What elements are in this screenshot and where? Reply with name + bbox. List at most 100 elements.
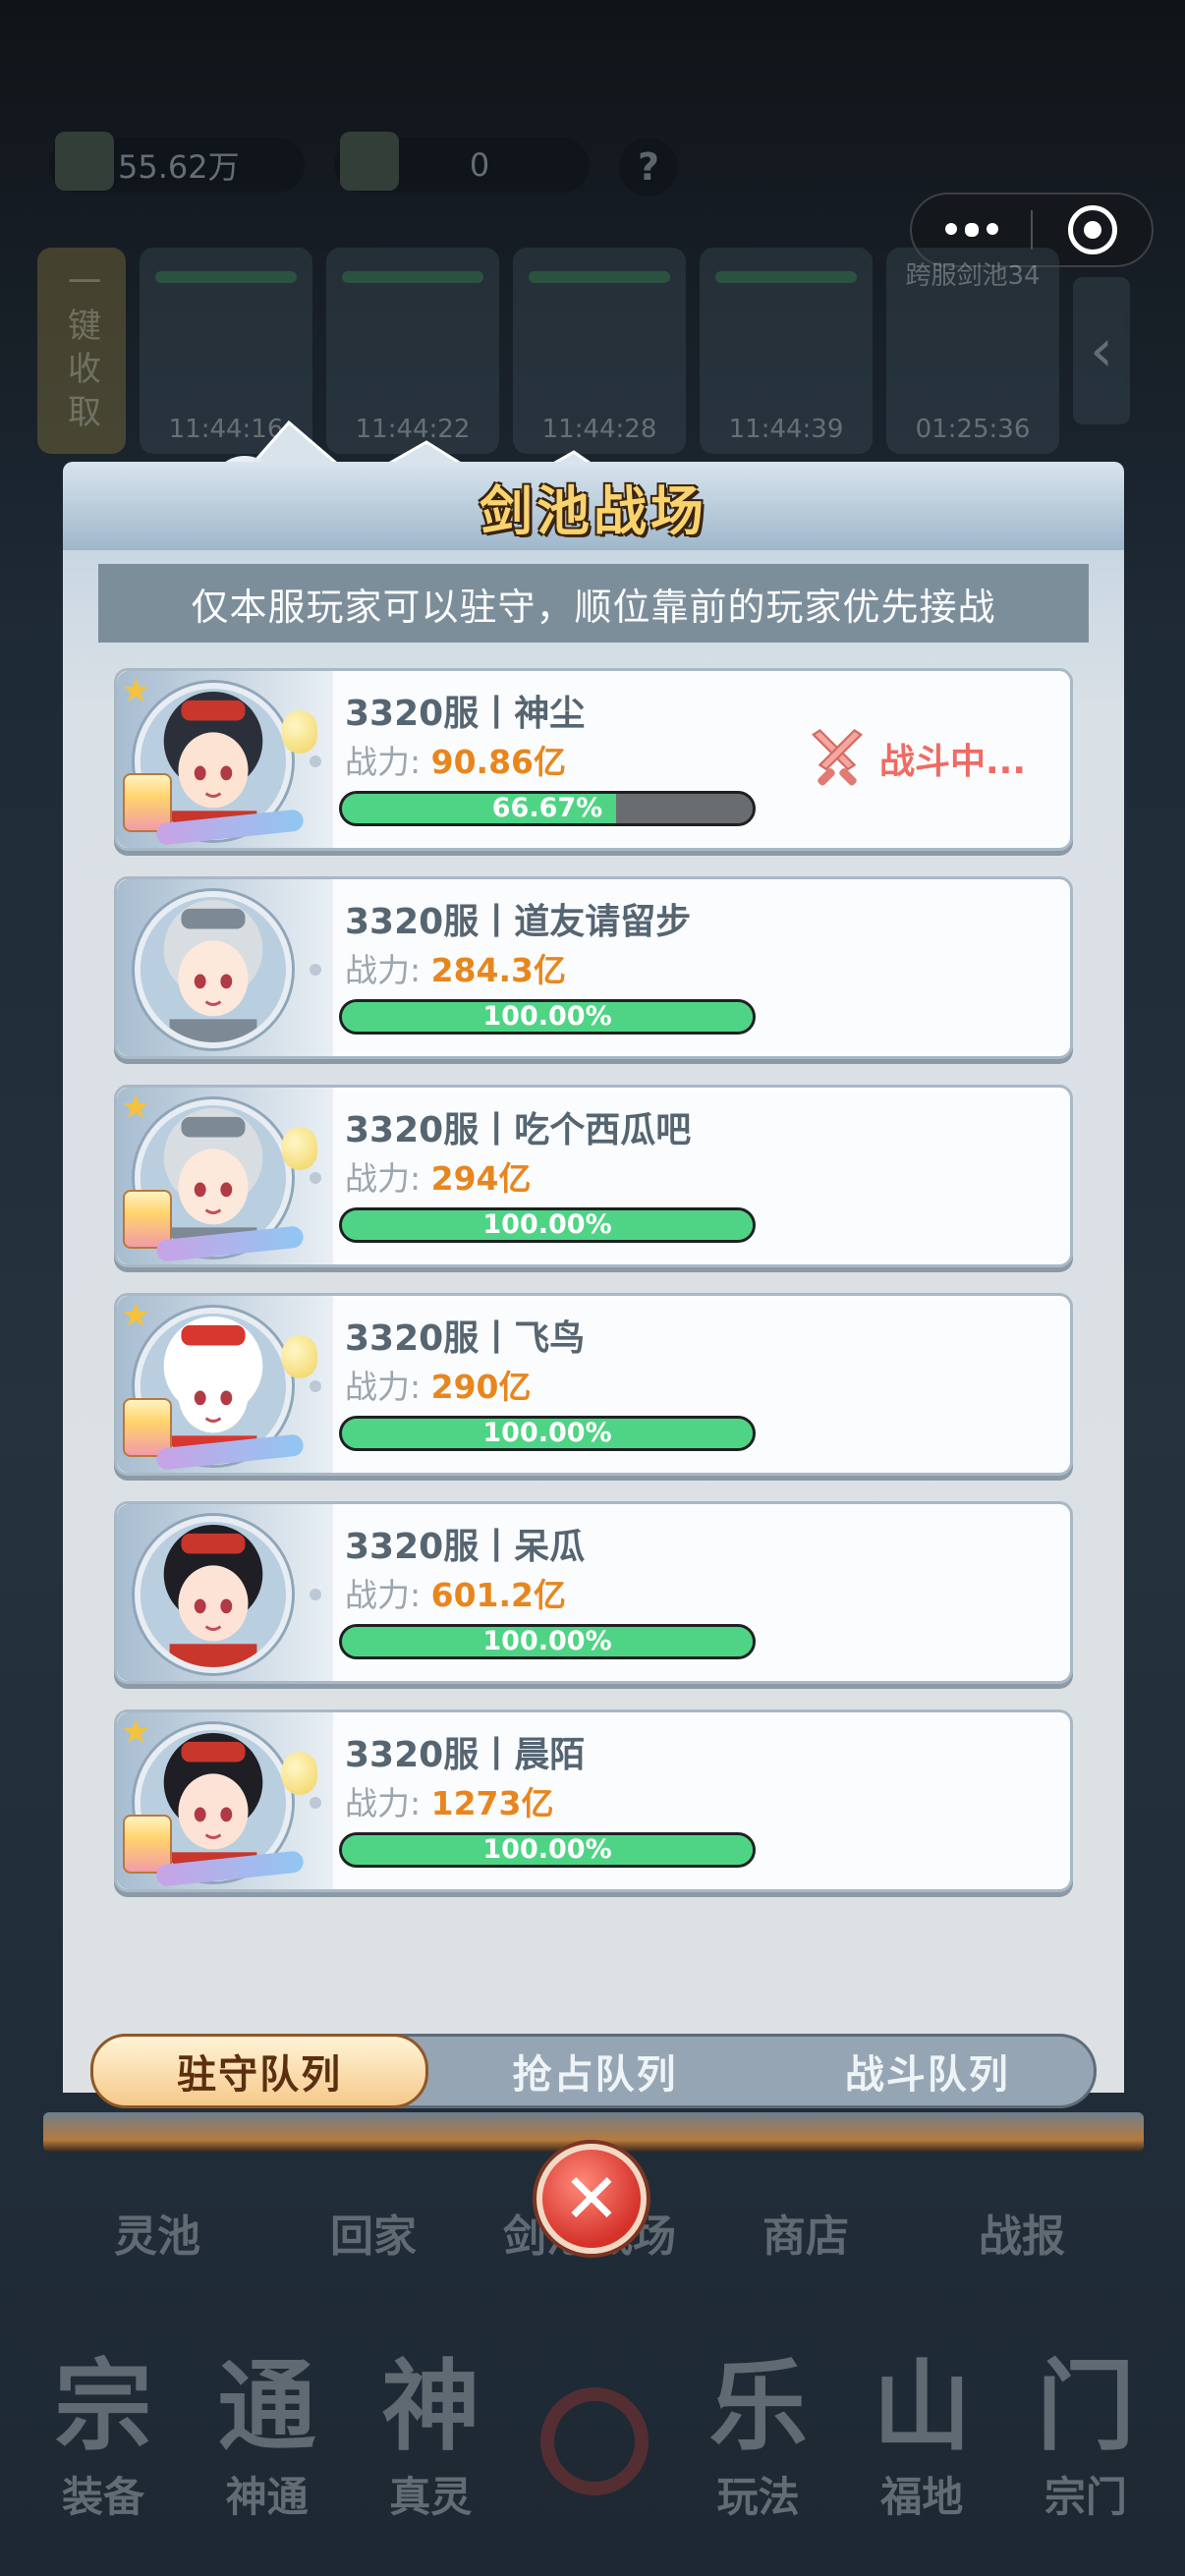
player-power: 战力: 294亿 [345,1152,532,1200]
defender-list: ★ 3320服丨神尘 战力: 90.86亿 66.67% 战斗中... 3320服丨道友请… [114,668,1073,1918]
dot-decoration [310,1589,321,1600]
menu-lingchi[interactable]: 灵池 [69,2201,246,2264]
player-power: 战力: 1273亿 [345,1777,553,1824]
nav-fudi[interactable]: 山福地 [848,2338,995,2524]
player-power: 战力: 290亿 [345,1361,532,1408]
balloon-icon [282,1335,317,1378]
hp-bar: 100.00% [339,1416,756,1451]
nav-label: 福地 [880,2473,964,2521]
player-card[interactable]: ★ 3320服丨吃个西瓜吧 战力: 294亿 100.00% [114,1085,1073,1267]
notice-banner: 仅本服玩家可以驻守，顺位靠前的玩家优先接战 [98,564,1089,643]
balloon-icon [282,710,317,754]
player-card[interactable]: ★ 3320服丨神尘 战力: 90.86亿 66.67% 战斗中... [114,668,1073,851]
sect-icon: 门 [1036,2347,1135,2464]
star-icon: ★ [121,1088,151,1127]
resource-bar: 55.62万 0 ? [49,132,678,200]
nav-gameplay[interactable]: 乐玩法 [685,2338,832,2524]
hp-bar: 66.67% [339,791,756,826]
player-card[interactable]: ★ 3320服丨飞鸟 战力: 290亿 100.00% [114,1293,1073,1476]
power-label: 战力: [345,1368,422,1406]
tab-battle-queue[interactable]: 战斗队列 [762,2037,1094,2105]
power-label: 战力: [345,1159,422,1198]
power-value: 1273亿 [430,1784,554,1822]
scroll-icon [340,132,399,191]
fighting-label: 战斗中... [879,742,1027,782]
close-button[interactable]: ✕ [536,2144,647,2254]
avatar [135,1516,292,1673]
nav-center-button[interactable] [521,2338,668,2524]
power-label: 战力: [345,951,422,989]
star-icon: ★ [121,671,151,710]
power-value: 90.86亿 [430,743,567,781]
resource-pill-2: 0 [334,132,590,193]
modal-title: 剑池战场 [480,480,707,542]
player-name: 3320服丨神尘 [345,694,586,734]
gameplay-icon: 乐 [708,2347,808,2464]
dot-decoration [310,1380,321,1392]
nav-label: 神通 [225,2473,309,2521]
player-name: 3320服丨道友请留步 [345,902,692,942]
sword-slot[interactable]: 11:44:39 [700,248,873,454]
nav-zhenling[interactable]: 神真灵 [357,2338,504,2524]
star-icon: ★ [121,1712,151,1752]
player-power: 战力: 601.2亿 [345,1569,566,1616]
hp-percent: 100.00% [482,1209,612,1240]
crossed-swords-icon [812,728,863,786]
queue-tabs: 驻守队列 抢占队列 战斗队列 [90,2034,1097,2108]
hp-bar: 100.00% [339,1207,756,1243]
more-dots-icon [944,223,998,237]
dot-decoration [310,1172,321,1184]
sword-pool-battlefield-modal: 剑池战场 仅本服玩家可以驻守，顺位靠前的玩家优先接战 ★ 3320服丨神尘 战力: … [43,420,1144,2254]
chevron-left-icon[interactable]: ‹ [1073,277,1130,424]
resource-value-1: 55.62万 [118,148,240,186]
power-value: 284.3亿 [430,951,567,989]
slot-timer: 11:44:39 [728,415,844,444]
hp-percent: 100.00% [482,1834,612,1865]
avatar [135,891,292,1048]
hp-bar: 100.00% [339,999,756,1035]
hp-bar: 100.00% [339,1624,756,1659]
menu-shop[interactable]: 商店 [717,2201,894,2264]
player-card[interactable]: ★ 3320服丨晨陌 战力: 1273亿 100.00% [114,1709,1073,1892]
slot-progress [342,271,483,283]
spirit-icon: 神 [381,2347,480,2464]
power-label: 战力: [345,1576,422,1614]
nav-label: 装备 [61,2473,144,2521]
player-name: 3320服丨吃个西瓜吧 [345,1110,692,1150]
player-card[interactable]: 3320服丨呆瓜 战力: 601.2亿 100.00% [114,1501,1073,1684]
power-value: 601.2亿 [430,1576,567,1614]
player-card[interactable]: 3320服丨道友请留步 战力: 284.3亿 100.00% [114,876,1073,1059]
slot-title: 跨服剑池34 [905,261,1041,291]
nav-equipment[interactable]: 宗装备 [29,2338,177,2524]
menu-home[interactable]: 回家 [285,2201,462,2264]
power-label: 战力: [345,1784,422,1822]
sword-slot[interactable]: 跨服剑池34 01:25:36 [886,248,1059,454]
tab-capture-queue[interactable]: 抢占队列 [428,2037,761,2105]
nav-label: 玩法 [716,2473,800,2521]
leaf-icon [55,132,114,191]
slot-progress [529,271,670,283]
player-name: 3320服丨晨陌 [345,1735,586,1775]
hp-bar: 100.00% [339,1832,756,1868]
slot-progress [155,271,297,283]
question-icon[interactable]: ? [619,138,678,196]
menu-battle-report[interactable]: 战报 [933,2201,1110,2264]
close-icon: ✕ [562,2158,621,2239]
swirl-icon [539,2386,649,2495]
power-label: 战力: [345,743,422,781]
player-power: 战力: 90.86亿 [345,736,566,783]
nav-sect[interactable]: 门宗门 [1012,2338,1159,2524]
nav-shentong[interactable]: 通神通 [194,2338,341,2524]
nav-label: 宗门 [1044,2473,1127,2521]
equipment-icon: 宗 [54,2347,152,2464]
slot-timer: 01:25:36 [915,415,1031,444]
hp-percent: 100.00% [482,1001,612,1032]
resource-pill-1: 55.62万 [49,132,305,193]
hp-percent: 100.00% [482,1626,612,1656]
balloon-icon [282,1752,317,1795]
book-icon: 通 [217,2347,316,2464]
balloon-icon [282,1127,317,1170]
tab-defend-queue[interactable]: 驻守队列 [90,2034,429,2108]
player-power: 战力: 284.3亿 [345,944,566,991]
nav-label: 真灵 [389,2473,473,2521]
